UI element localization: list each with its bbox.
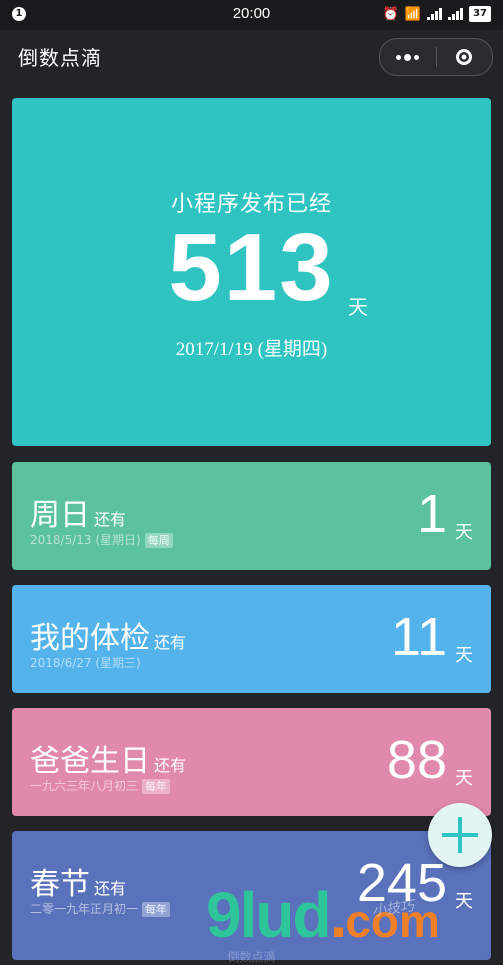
hero-date: 2017/1/19 (星期四): [175, 339, 328, 360]
alarm-icon: ⏰: [382, 6, 399, 22]
watermark-dot: .: [329, 879, 348, 951]
event-title: 爸爸生日: [30, 744, 150, 779]
event-date: 2018/5/13 (星期日) 每周: [30, 531, 173, 548]
event-title: 周日: [30, 498, 90, 533]
close-button[interactable]: [437, 39, 493, 75]
event-count: 1: [416, 484, 447, 544]
footer-text: 倒数点滴: [227, 950, 276, 964]
event-count: 88: [386, 730, 447, 790]
event-date-text: 二零一九年正月初一: [30, 902, 139, 916]
close-circle-icon: [456, 49, 473, 65]
hero-countdown-card[interactable]: 小程序发布已经 513 天 2017/1/19 (星期四): [12, 98, 491, 446]
event-date: 2018/6/27 (星期三): [30, 654, 141, 671]
watermark-logo: 9lud.com: [206, 880, 440, 956]
event-unit: 天: [455, 891, 473, 912]
repeat-tag: 每年: [142, 779, 171, 794]
hero-days: 513: [168, 214, 335, 321]
hero-unit: 天: [348, 295, 368, 319]
signal-icon-2: [448, 8, 464, 20]
event-card[interactable]: 我的体检 还有 2018/6/27 (星期三) 11 天: [12, 585, 491, 693]
event-still-label: 还有: [154, 633, 187, 652]
navigation-bar: 倒数点滴: [0, 30, 503, 82]
status-bar: 1 20:00 ⏰ 📶 37: [0, 0, 503, 30]
wifi-icon: 📶: [404, 6, 422, 22]
event-name: 爸爸生日 还有: [30, 736, 186, 780]
signal-icon: [427, 8, 443, 20]
event-title: 春节: [30, 867, 90, 902]
event-unit: 天: [455, 645, 473, 666]
event-date: 一九六三年八月初三 每年: [30, 777, 171, 794]
watermark-main: 9lud: [206, 879, 332, 951]
event-card[interactable]: 爸爸生日 还有 一九六三年八月初三 每年 88 天: [12, 708, 491, 816]
repeat-tag: 每周: [144, 533, 173, 548]
page-title: 倒数点滴: [18, 46, 102, 70]
event-date: 二零一九年正月初一 每年: [30, 900, 171, 917]
plus-icon: [442, 817, 478, 853]
event-unit: 天: [455, 522, 473, 543]
event-still-label: 还有: [94, 510, 127, 529]
event-still-label: 还有: [94, 879, 127, 898]
more-button[interactable]: [380, 39, 436, 75]
battery-icon: 37: [469, 6, 491, 22]
more-dots-icon: [396, 53, 420, 61]
add-event-button[interactable]: [428, 803, 492, 867]
repeat-tag: 每年: [142, 902, 171, 917]
status-icons: ⏰ 📶 37: [383, 6, 491, 22]
event-name: 周日 还有: [30, 490, 126, 534]
event-unit: 天: [455, 768, 473, 789]
mini-program-capsule: [379, 38, 493, 76]
event-count: 11: [390, 607, 447, 667]
event-date-text: 一九六三年八月初三: [30, 779, 139, 793]
event-still-label: 还有: [154, 756, 187, 775]
event-date-text: 2018/5/13 (星期日): [30, 533, 141, 547]
event-name: 春节 还有: [30, 859, 126, 903]
event-date-text: 2018/6/27 (星期三): [30, 656, 141, 670]
event-card[interactable]: 周日 还有 2018/5/13 (星期日) 每周 1 天: [12, 462, 491, 570]
event-name: 我的体检 还有: [30, 613, 186, 657]
event-title: 我的体检: [30, 621, 150, 656]
